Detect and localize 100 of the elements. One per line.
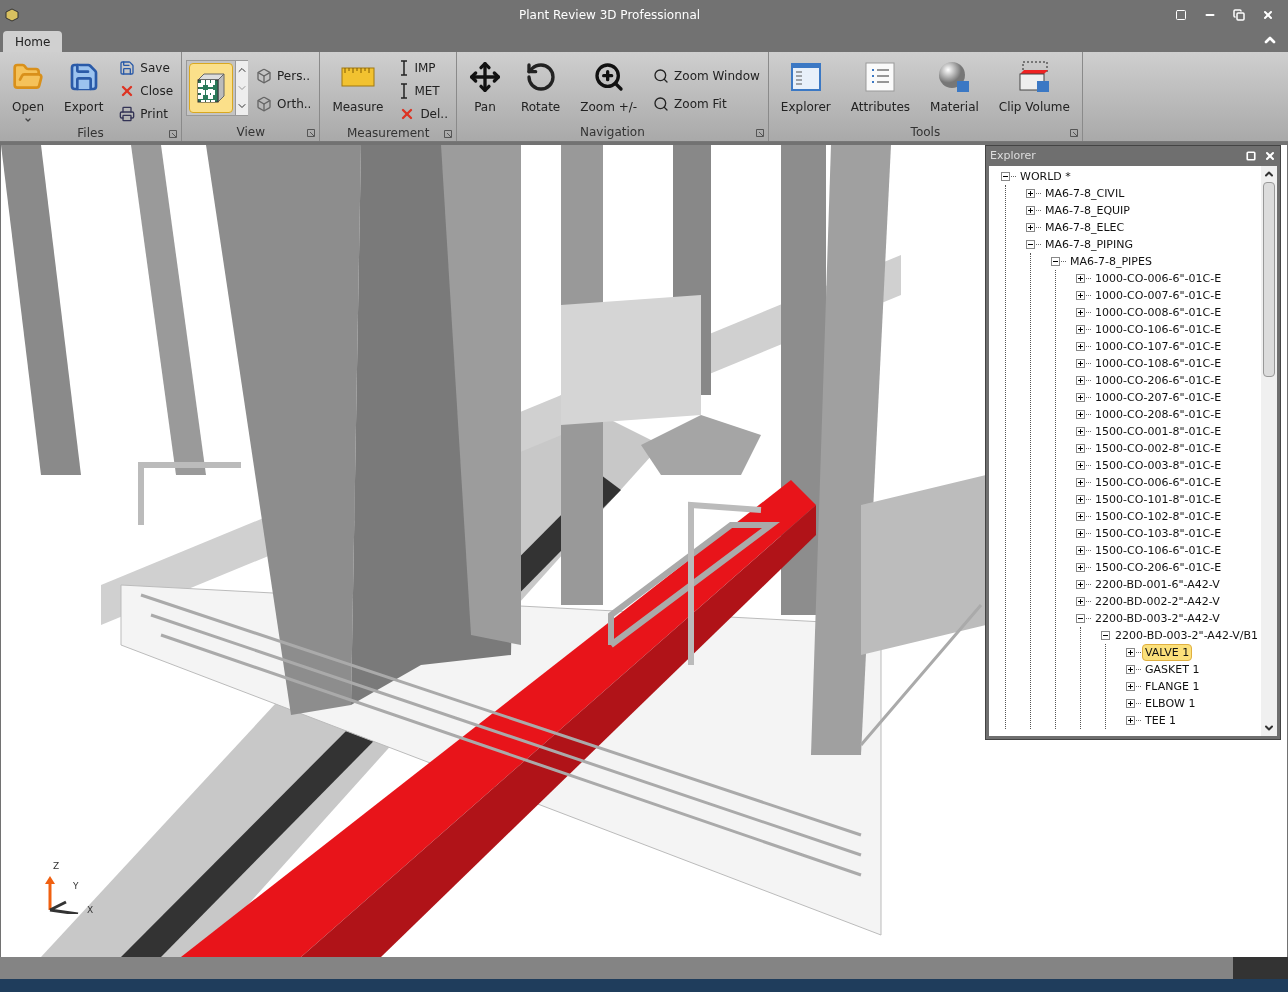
ribbon-button[interactable]: Explorer	[772, 56, 839, 116]
tree-item[interactable]: 1000-CO-107-6"-01C-E	[1092, 338, 1225, 355]
tree-item[interactable]: 1000-CO-108-6"-01C-E	[1092, 355, 1225, 372]
ribbon-button[interactable]: Zoom Window	[653, 66, 760, 86]
expand-icon[interactable]	[1076, 512, 1085, 521]
expand-icon[interactable]	[1126, 648, 1135, 657]
expand-icon[interactable]	[1076, 563, 1085, 572]
ribbon-button[interactable]: Measure	[324, 56, 392, 116]
expand-icon[interactable]	[1126, 682, 1135, 691]
expand-icon[interactable]	[1126, 665, 1135, 674]
expand-icon[interactable]	[1026, 189, 1035, 198]
tree-item[interactable]: 2200-BD-002-2"-A42-V	[1092, 593, 1223, 610]
tree-item[interactable]: 1500-CO-006-6"-01C-E	[1092, 474, 1225, 491]
expand-icon[interactable]	[1076, 274, 1085, 283]
dialog-launcher-icon[interactable]	[307, 129, 316, 137]
expand-icon[interactable]	[1126, 716, 1135, 725]
ribbon-button[interactable]: MET	[399, 81, 448, 101]
tree-item[interactable]: VALVE 1	[1142, 644, 1193, 661]
ribbon-button[interactable]: Pan	[460, 56, 509, 116]
collapse-icon[interactable]	[1051, 257, 1060, 266]
view-style-gallery-item[interactable]	[189, 63, 234, 113]
expand-icon[interactable]	[1076, 291, 1085, 300]
expand-icon[interactable]	[1076, 597, 1085, 606]
ribbon-button[interactable]: Pers..	[256, 66, 312, 86]
tree-item[interactable]: 1000-CO-206-6"-01C-E	[1092, 372, 1225, 389]
tree-item[interactable]: 1000-CO-207-6"-01C-E	[1092, 389, 1225, 406]
expand-icon[interactable]	[1076, 461, 1085, 470]
tree-item[interactable]: 1000-CO-007-6"-01C-E	[1092, 287, 1225, 304]
expand-gallery-icon[interactable]	[236, 97, 249, 115]
expand-icon[interactable]	[1076, 580, 1085, 589]
ribbon-button[interactable]: Export	[56, 56, 112, 116]
expand-icon[interactable]	[1076, 376, 1085, 385]
collapse-icon[interactable]	[1026, 240, 1035, 249]
expand-icon[interactable]	[1076, 308, 1085, 317]
tree-item[interactable]: GASKET 1	[1142, 661, 1203, 678]
ribbon-button[interactable]: Material	[922, 56, 987, 116]
expand-icon[interactable]	[1076, 359, 1085, 368]
tree-item[interactable]: 1500-CO-103-8"-01C-E	[1092, 525, 1225, 542]
tree-item[interactable]: 1500-CO-003-8"-01C-E	[1092, 457, 1225, 474]
ribbon-button[interactable]: Zoom +/-	[572, 56, 646, 116]
tree-item[interactable]: 2200-BD-001-6"-A42-V	[1092, 576, 1223, 593]
tree-item[interactable]: 1500-CO-101-8"-01C-E	[1092, 491, 1225, 508]
ribbon-button[interactable]: Close	[119, 81, 174, 101]
tree-item[interactable]: ELBOW 1	[1142, 695, 1199, 712]
tree-item[interactable]: 1000-CO-008-6"-01C-E	[1092, 304, 1225, 321]
ribbon-button[interactable]: Clip Volume	[990, 56, 1078, 116]
tree-item[interactable]: 1500-CO-102-8"-01C-E	[1092, 508, 1225, 525]
fullscreen-icon[interactable]	[1175, 9, 1187, 21]
expand-icon[interactable]	[1026, 223, 1035, 232]
dialog-launcher-icon[interactable]	[169, 130, 178, 138]
tree-item[interactable]: 1000-CO-208-6"-01C-E	[1092, 406, 1225, 423]
close-icon[interactable]	[1262, 9, 1274, 21]
tree-item[interactable]: TEE 1	[1142, 712, 1180, 729]
ribbon-button[interactable]: IMP	[399, 58, 448, 78]
tree-item[interactable]: 1500-CO-002-8"-01C-E	[1092, 440, 1225, 457]
expand-icon[interactable]	[1076, 410, 1085, 419]
tree-item[interactable]: WORLD *	[1017, 168, 1074, 185]
expand-icon[interactable]	[1026, 206, 1035, 215]
expand-icon[interactable]	[1126, 699, 1135, 708]
collapse-icon[interactable]	[1076, 614, 1085, 623]
expand-icon[interactable]	[1076, 546, 1085, 555]
scroll-thumb[interactable]	[1263, 182, 1275, 377]
dialog-launcher-icon[interactable]	[1069, 129, 1078, 137]
expand-icon[interactable]	[1076, 393, 1085, 402]
tree-item[interactable]: FLANGE 1	[1142, 678, 1203, 695]
expand-icon[interactable]	[1076, 342, 1085, 351]
tree-item[interactable]: 1000-CO-106-6"-01C-E	[1092, 321, 1225, 338]
ribbon-button[interactable]: Zoom Fit	[653, 94, 760, 114]
tree-item[interactable]: MA6-7-8_PIPES	[1067, 253, 1155, 270]
tree-item[interactable]: MA6-7-8_EQUIP	[1042, 202, 1133, 219]
collapse-icon[interactable]	[1001, 172, 1010, 181]
ribbon-tab[interactable]: Home	[3, 31, 63, 52]
maximize-icon[interactable]	[1246, 151, 1256, 161]
ribbon-button[interactable]: Attributes	[842, 56, 919, 116]
ribbon-button[interactable]: Orth..	[256, 94, 312, 114]
tree-item[interactable]: 1500-CO-206-6"-01C-E	[1092, 559, 1225, 576]
expand-icon[interactable]	[1076, 427, 1085, 436]
collapse-icon[interactable]	[1101, 631, 1110, 640]
ribbon-button[interactable]: Del..	[399, 104, 448, 124]
tree-item[interactable]: 1500-CO-001-8"-01C-E	[1092, 423, 1225, 440]
close-icon[interactable]	[1264, 150, 1276, 162]
tree-item[interactable]: MA6-7-8_CIVIL	[1042, 185, 1128, 202]
expand-icon[interactable]	[1076, 529, 1085, 538]
tree-item[interactable]: MA6-7-8_ELEC	[1042, 219, 1128, 236]
ribbon-button[interactable]: Rotate	[512, 56, 569, 116]
tree-item[interactable]: 2200-BD-003-2"-A42-V/B1	[1112, 627, 1261, 644]
dialog-launcher-icon[interactable]	[443, 130, 452, 138]
scrollbar[interactable]	[1261, 166, 1277, 736]
tree-item[interactable]: 2200-BD-003-2"-A42-V	[1092, 610, 1223, 627]
dialog-launcher-icon[interactable]	[755, 129, 764, 137]
expand-icon[interactable]	[1076, 478, 1085, 487]
ribbon-button[interactable]: Print	[119, 104, 174, 124]
ribbon-button[interactable]: Save	[119, 58, 174, 78]
tree-item[interactable]: 1500-CO-106-6"-01C-E	[1092, 542, 1225, 559]
ribbon-button[interactable]: Open	[4, 56, 53, 124]
expand-icon[interactable]	[1076, 444, 1085, 453]
tree-item[interactable]: MA6-7-8_PIPING	[1042, 236, 1136, 253]
expand-icon[interactable]	[1076, 325, 1085, 334]
restore-icon[interactable]	[1233, 9, 1245, 21]
tree-item[interactable]: 1000-CO-006-6"-01C-E	[1092, 270, 1225, 287]
